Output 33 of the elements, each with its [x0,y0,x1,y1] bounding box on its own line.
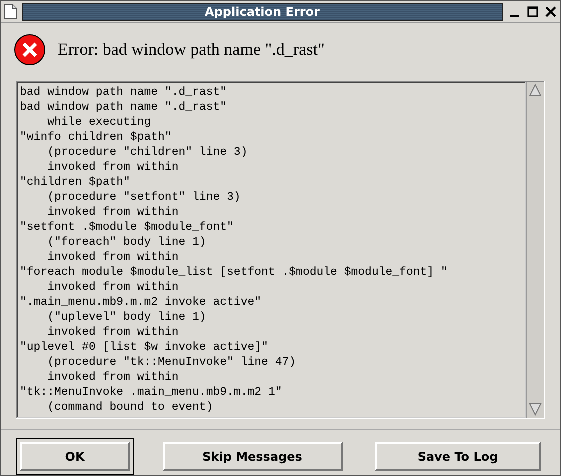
trace-line: invoked from within [46,280,180,295]
scroll-up-icon[interactable] [528,83,543,98]
trace-line: "children $path" [20,175,132,190]
error-icon [14,34,46,66]
trace-line: bad window path name ".d_rast" [20,85,228,100]
scroll-down-icon[interactable] [528,402,543,417]
trace-line: "setfont .$module $module_font" [20,220,235,235]
trace-line: invoked from within [46,250,180,265]
trace-line: "winfo children $path" [20,130,173,145]
trace-line: (command bound to event) [46,400,214,415]
trace-line: ("uplevel" body line 1) [46,310,208,325]
close-icon[interactable] [545,6,557,18]
trace-line: "tk::MenuInvoke .main_menu.mb9.m.m2 1" [20,385,284,400]
dialog-button[interactable]: OK [16,438,134,475]
error-trace-box[interactable] [17,82,526,418]
trace-line: invoked from within [46,325,180,340]
trace-line: ".main_menu.mb9.m.m2 invoke active" [20,295,263,310]
trace-line: "uplevel #0 [list $w invoke active]" [20,340,270,355]
document-icon [4,4,18,20]
trace-line: invoked from within [46,370,180,385]
trace-line: invoked from within [46,205,180,220]
trace-line: bad window path name ".d_rast" [20,100,228,115]
scrollbar[interactable] [526,82,544,418]
trace-line: (procedure "children" line 3) [46,145,249,160]
trace-line: invoked from within [46,160,180,175]
trace-line: ("foreach" body line 1) [46,235,208,250]
maximize-icon[interactable] [527,6,539,18]
window-title: Application Error [205,4,320,18]
trace-line: (procedure "setfont" line 3) [46,190,242,205]
trace-line: "foreach module $module_list [setfont .$module $module_font] " [20,265,449,280]
trace-line: (procedure "tk::MenuInvoke" line 47) [46,355,298,370]
trace-line: while executing [46,115,152,130]
error-message: Error: bad window path name ".d_rast" [58,40,325,60]
